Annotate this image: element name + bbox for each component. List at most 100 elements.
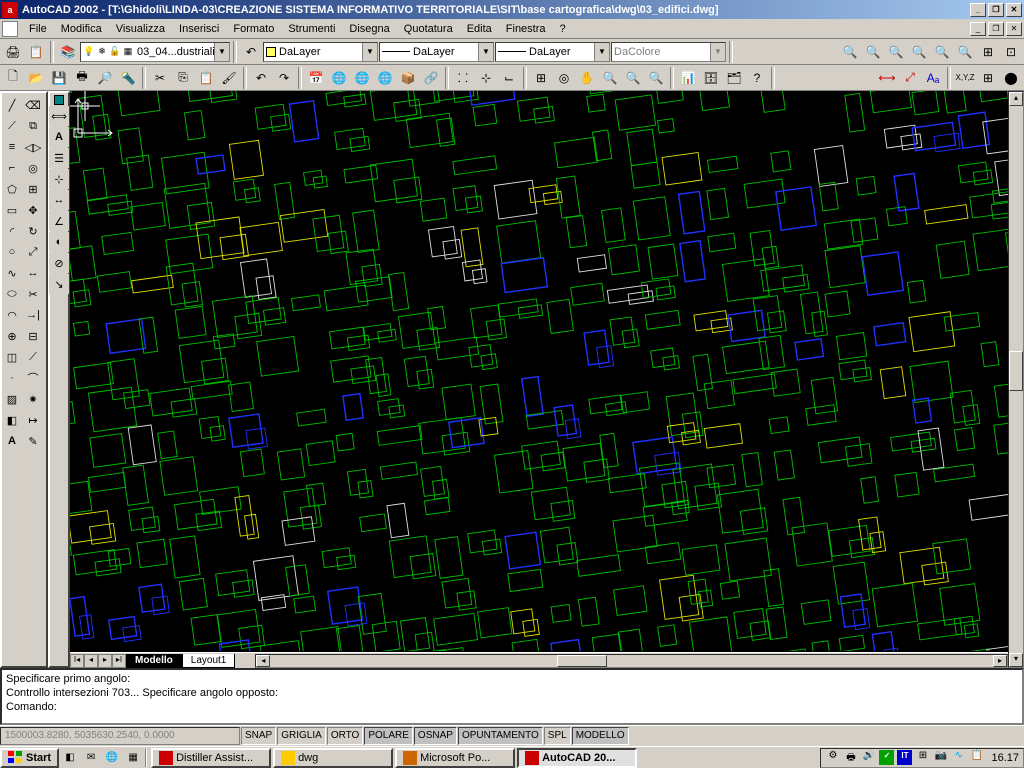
ucs-icon[interactable]: ⌙ <box>498 67 520 89</box>
scroll-up-icon[interactable]: ▴ <box>1009 92 1023 106</box>
dim-linear-icon[interactable]: ⟷ <box>876 67 898 89</box>
close-button[interactable]: ✕ <box>1006 3 1022 17</box>
chevron-down-icon[interactable]: ▼ <box>710 43 725 61</box>
polygon-icon[interactable]: ⬠ <box>2 179 22 199</box>
viewports-icon[interactable]: ⊞ <box>977 67 999 89</box>
snap-toggle[interactable]: SNAP <box>241 727 276 745</box>
temp-track-icon[interactable]: ⊹ <box>475 67 497 89</box>
fillet-icon[interactable]: ⌒ <box>23 368 43 388</box>
quicklaunch-2-icon[interactable]: ✉ <box>81 748 101 768</box>
pan-icon[interactable]: ✋ <box>576 67 598 89</box>
zoom-out-icon[interactable]: 🔍 <box>908 41 930 63</box>
xyz-filter-icon[interactable]: X,Y,Z <box>954 67 976 89</box>
menu-inserisci[interactable]: Inserisci <box>172 21 226 37</box>
dim-rad-icon[interactable]: ◐ <box>49 232 69 252</box>
spline-icon[interactable]: ∿ <box>2 263 22 283</box>
scale-icon[interactable]: ⤢ <box>23 242 43 262</box>
vertical-scrollbar[interactable]: ▴ ▾ <box>1008 91 1024 668</box>
chamfer-icon[interactable]: ⟋ <box>23 347 43 367</box>
tab-first-icon[interactable]: I◂ <box>70 654 84 668</box>
mtext-icon[interactable]: A <box>2 431 22 451</box>
chevron-down-icon[interactable]: ▼ <box>362 43 377 61</box>
tray-icon[interactable]: 📷 <box>933 750 948 765</box>
array-icon[interactable]: ⊞ <box>23 179 43 199</box>
chevron-down-icon[interactable]: ▼ <box>214 43 229 61</box>
make-block-icon[interactable]: ◫ <box>2 347 22 367</box>
zoom-previous-icon[interactable]: 🔍 <box>931 41 953 63</box>
new-icon[interactable]: 🗋 <box>2 67 24 89</box>
pedit-icon[interactable]: ✎ <box>23 431 43 451</box>
paste-icon[interactable]: 📋 <box>195 67 217 89</box>
start-button[interactable]: Start <box>0 748 59 768</box>
quicklaunch-1-icon[interactable]: ◧ <box>60 748 80 768</box>
ellipse-arc-icon[interactable]: ◠ <box>2 305 22 325</box>
taskbar-task[interactable]: Microsoft Po... <box>395 748 515 768</box>
menu-finestra[interactable]: Finestra <box>499 21 553 37</box>
ortho-toggle[interactable]: ORTO <box>327 727 364 745</box>
tray-icon[interactable]: ∿ <box>951 750 966 765</box>
tray-icon[interactable]: ✓ <box>879 750 894 765</box>
layer-dropdown[interactable]: 💡 ❄ 🔓 ▦ 03_04...dustriali ▼ <box>80 42 230 62</box>
publish-icon[interactable]: 🌐 <box>374 67 396 89</box>
menu-help[interactable]: ? <box>553 21 573 37</box>
region-icon[interactable]: ◧ <box>2 410 22 430</box>
scroll-thumb[interactable] <box>557 655 607 667</box>
adcenter-icon[interactable]: 🗂 <box>723 67 745 89</box>
mdi-minimize-button[interactable]: _ <box>970 22 986 36</box>
match-props-icon[interactable]: 🖌 <box>218 67 240 89</box>
redo-icon[interactable]: ↷ <box>273 67 295 89</box>
scroll-right-icon[interactable]: ▸ <box>993 655 1007 667</box>
print-icon[interactable]: 🖶 <box>71 67 93 89</box>
properties-icon[interactable]: 📊 <box>677 67 699 89</box>
point-icon[interactable]: · <box>2 368 22 388</box>
zoom-win2-icon[interactable]: 🔍 <box>622 67 644 89</box>
command-line[interactable]: Specificare primo angolo: Controllo inte… <box>0 668 1024 725</box>
osnap-toggle[interactable]: OSNAP <box>414 727 457 745</box>
area-icon[interactable]: A <box>49 127 69 147</box>
open-icon[interactable]: 📂 <box>25 67 47 89</box>
menu-modifica[interactable]: Modifica <box>54 21 109 37</box>
zoom-scale-icon[interactable]: ⊡ <box>1000 41 1022 63</box>
dim-aligned-icon[interactable]: ⤢ <box>899 67 921 89</box>
explode-icon[interactable]: ✷ <box>23 389 43 409</box>
scroll-thumb[interactable] <box>1009 351 1023 391</box>
dbconnect-icon[interactable]: 🗄 <box>700 67 722 89</box>
multiline-icon[interactable]: ≡ <box>2 137 22 157</box>
distance-icon[interactable]: ⟺ <box>49 106 69 126</box>
tab-prev-icon[interactable]: ◂ <box>84 654 98 668</box>
zoom-rt2-icon[interactable]: 🔍 <box>599 67 621 89</box>
color-dropdown[interactable]: DaLayer ▼ <box>263 42 378 62</box>
tab-model[interactable]: Modello <box>126 654 182 668</box>
otrack-toggle[interactable]: OPUNTAMENTO <box>458 727 543 745</box>
id-point-icon[interactable]: ⊹ <box>49 169 69 189</box>
autodesk-icon[interactable]: 🌐 <box>328 67 350 89</box>
quicklaunch-4-icon[interactable]: ▦ <box>123 748 143 768</box>
grid-toggle[interactable]: GRIGLIA <box>277 727 326 745</box>
dim-lin2-icon[interactable]: ↔ <box>49 190 69 210</box>
menu-strumenti[interactable]: Strumenti <box>281 21 342 37</box>
clock[interactable]: 16.17 <box>991 752 1019 764</box>
menu-file[interactable]: File <box>22 21 54 37</box>
tab-last-icon[interactable]: ▸I <box>112 654 126 668</box>
make-layer-current-icon[interactable]: 🖨 <box>2 41 24 63</box>
3dorbit-icon[interactable]: ◎ <box>553 67 575 89</box>
render-icon[interactable]: ⬤ <box>1000 67 1022 89</box>
hyperlink-icon[interactable]: 🔗 <box>420 67 442 89</box>
layer-manager-icon[interactable]: 📋 <box>25 41 47 63</box>
chevron-down-icon[interactable]: ▼ <box>478 43 493 61</box>
tray-icon[interactable]: 📋 <box>969 750 984 765</box>
dim-style-icon[interactable]: Aₐ <box>922 67 944 89</box>
mirror-icon[interactable]: ◁▷ <box>23 137 43 157</box>
chevron-down-icon[interactable]: ▼ <box>594 43 609 61</box>
move-icon[interactable]: ✥ <box>23 200 43 220</box>
offset-icon[interactable]: ◎ <box>23 158 43 178</box>
lengthen-icon[interactable]: ↦ <box>23 410 43 430</box>
mdi-restore-button[interactable]: ❐ <box>988 22 1004 36</box>
tray-icon[interactable]: 🖶 <box>843 750 858 765</box>
line-icon[interactable]: ╱ <box>2 95 22 115</box>
copy-icon[interactable]: ⎘ <box>172 67 194 89</box>
scroll-left-icon[interactable]: ◂ <box>256 655 270 667</box>
rotate-icon[interactable]: ↻ <box>23 221 43 241</box>
dim-dia-icon[interactable]: ⊘ <box>49 253 69 273</box>
plotstyle-dropdown[interactable]: DaColore ▼ <box>611 42 726 62</box>
